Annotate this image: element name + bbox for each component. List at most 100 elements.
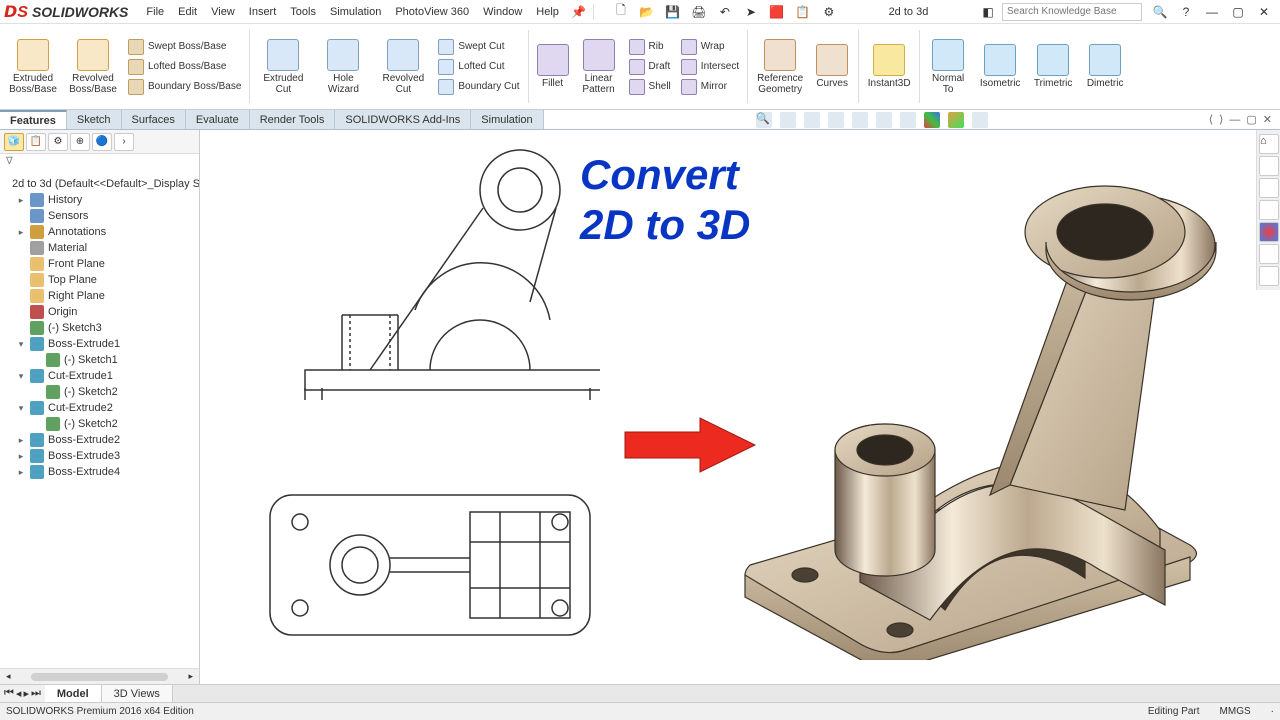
lofted-cut-button[interactable]: Lofted Cut <box>436 58 521 76</box>
tree-node[interactable]: ▸Boss-Extrude3 <box>2 448 197 464</box>
menu-insert[interactable]: Insert <box>243 4 283 20</box>
tree-node[interactable]: ▾Cut-Extrude2 <box>2 400 197 416</box>
tree-node[interactable]: ▸Boss-Extrude2 <box>2 432 197 448</box>
wrap-button[interactable]: Wrap <box>679 38 741 56</box>
tree-tab-property-icon[interactable]: 📋 <box>26 133 46 151</box>
expand-icon[interactable]: ▸ <box>16 195 26 206</box>
select-icon[interactable]: ➤ <box>743 4 759 20</box>
taskpane-view-icon[interactable] <box>1259 200 1279 220</box>
new-icon[interactable]: 🗋 <box>613 4 629 20</box>
boundary-cut-button[interactable]: Boundary Cut <box>436 78 521 96</box>
normal-to-button[interactable]: Normal To <box>924 26 972 107</box>
appearance-icon[interactable] <box>924 112 940 128</box>
menu-view[interactable]: View <box>205 4 241 20</box>
help-icon[interactable]: ? <box>1178 4 1194 20</box>
tab-sw-addins[interactable]: SOLIDWORKS Add-Ins <box>335 110 471 129</box>
menu-tools[interactable]: Tools <box>284 4 322 20</box>
display-style-icon[interactable] <box>876 112 892 128</box>
lofted-boss-button[interactable]: Lofted Boss/Base <box>126 58 243 76</box>
save-icon[interactable]: 💾 <box>665 4 681 20</box>
sw-resources-icon[interactable]: ◧ <box>980 4 996 20</box>
hide-show-icon[interactable] <box>900 112 916 128</box>
search-icon[interactable]: 🔍 <box>1152 4 1168 20</box>
tree-node[interactable]: ▸History <box>2 192 197 208</box>
expand-icon[interactable]: ▾ <box>16 339 26 350</box>
tab-scroll-next-icon[interactable]: ▸ <box>23 687 29 700</box>
taskpane-file-icon[interactable] <box>1259 178 1279 198</box>
expand-icon[interactable]: ▾ <box>16 403 26 414</box>
tab-features[interactable]: Features <box>0 110 67 129</box>
tree-node[interactable]: ▸Annotations <box>2 224 197 240</box>
zoom-fit-icon[interactable]: 🔍 <box>756 112 772 128</box>
extruded-cut-button[interactable]: Extruded Cut <box>254 26 312 107</box>
doc-next-icon[interactable]: ⟩ <box>1219 113 1223 126</box>
tree-root[interactable]: 2d to 3d (Default<<Default>_Display Stat… <box>2 176 197 192</box>
tree-filter[interactable]: ∇ <box>0 154 199 172</box>
tree-tab-display-icon[interactable]: 🔵 <box>92 133 112 151</box>
zoom-area-icon[interactable] <box>780 112 796 128</box>
tree-node[interactable]: (-) Sketch2 <box>2 416 197 432</box>
fillet-button[interactable]: Fillet <box>533 26 573 107</box>
ref-geometry-button[interactable]: Reference Geometry <box>752 26 808 107</box>
menu-help[interactable]: Help <box>530 4 565 20</box>
status-units[interactable]: MMGS <box>1220 706 1251 717</box>
taskpane-forum-icon[interactable] <box>1259 266 1279 286</box>
tree-node[interactable]: ▾Cut-Extrude1 <box>2 368 197 384</box>
extruded-boss-button[interactable]: Extruded Boss/Base <box>4 26 62 107</box>
tree-tab-feature-icon[interactable]: 🧊 <box>4 133 24 151</box>
doc-prev-icon[interactable]: ⟨ <box>1209 113 1213 126</box>
tab-sketch[interactable]: Sketch <box>67 110 122 129</box>
tab-evaluate[interactable]: Evaluate <box>186 110 250 129</box>
expand-icon[interactable]: ▸ <box>16 467 26 478</box>
doc-min-icon[interactable]: — <box>1229 114 1240 126</box>
tree-node[interactable]: Top Plane <box>2 272 197 288</box>
tree-node[interactable]: Right Plane <box>2 288 197 304</box>
taskpane-appearance-icon[interactable] <box>1259 222 1279 242</box>
taskpane-home-icon[interactable]: ⌂ <box>1259 134 1279 154</box>
tab-3d-views[interactable]: 3D Views <box>102 685 173 702</box>
menu-simulation[interactable]: Simulation <box>324 4 387 20</box>
tree-tab-expand-icon[interactable]: › <box>114 133 134 151</box>
revolved-boss-button[interactable]: Revolved Boss/Base <box>64 26 122 107</box>
expand-icon[interactable]: ▸ <box>16 451 26 462</box>
tab-render-tools[interactable]: Render Tools <box>250 110 336 129</box>
taskpane-custom-icon[interactable] <box>1259 244 1279 264</box>
settings-icon[interactable]: ⚙ <box>821 4 837 20</box>
print-icon[interactable]: 🖨 <box>691 4 707 20</box>
tab-simulation[interactable]: Simulation <box>471 110 543 129</box>
menu-file[interactable]: File <box>140 4 170 20</box>
swept-cut-button[interactable]: Swept Cut <box>436 38 521 56</box>
undo-icon[interactable]: ↶ <box>717 4 733 20</box>
mirror-button[interactable]: Mirror <box>679 78 741 96</box>
status-extra-icon[interactable]: · <box>1271 706 1274 717</box>
minimize-icon[interactable]: — <box>1204 4 1220 20</box>
close-icon[interactable]: ✕ <box>1256 4 1272 20</box>
menu-photoview[interactable]: PhotoView 360 <box>389 4 475 20</box>
expand-icon[interactable]: ▸ <box>16 227 26 238</box>
tree-node[interactable]: Sensors <box>2 208 197 224</box>
options-icon[interactable]: 📋 <box>795 4 811 20</box>
draft-button[interactable]: Draft <box>627 58 673 76</box>
rib-button[interactable]: Rib <box>627 38 673 56</box>
shell-button[interactable]: Shell <box>627 78 673 96</box>
tree-node[interactable]: (-) Sketch2 <box>2 384 197 400</box>
menu-window[interactable]: Window <box>477 4 528 20</box>
tab-model[interactable]: Model <box>45 685 102 702</box>
pin-icon[interactable]: 📌 <box>571 4 587 20</box>
tree-node[interactable]: (-) Sketch3 <box>2 320 197 336</box>
open-icon[interactable]: 📂 <box>639 4 655 20</box>
taskpane-library-icon[interactable] <box>1259 156 1279 176</box>
tree-tab-dimxpert-icon[interactable]: ⊕ <box>70 133 90 151</box>
revolved-cut-button[interactable]: Revolved Cut <box>374 26 432 107</box>
tree-node[interactable]: Origin <box>2 304 197 320</box>
tree-node[interactable]: Front Plane <box>2 256 197 272</box>
tree-node[interactable]: ▾Boss-Extrude1 <box>2 336 197 352</box>
view-settings-icon[interactable] <box>972 112 988 128</box>
intersect-button[interactable]: Intersect <box>679 58 741 76</box>
tab-surfaces[interactable]: Surfaces <box>122 110 186 129</box>
tab-scroll-last-icon[interactable]: ⏭ <box>31 687 41 700</box>
maximize-icon[interactable]: ▢ <box>1230 4 1246 20</box>
search-input[interactable] <box>1002 3 1142 21</box>
tree-node[interactable]: ▸Boss-Extrude4 <box>2 464 197 480</box>
tree-node[interactable]: Material <box>2 240 197 256</box>
